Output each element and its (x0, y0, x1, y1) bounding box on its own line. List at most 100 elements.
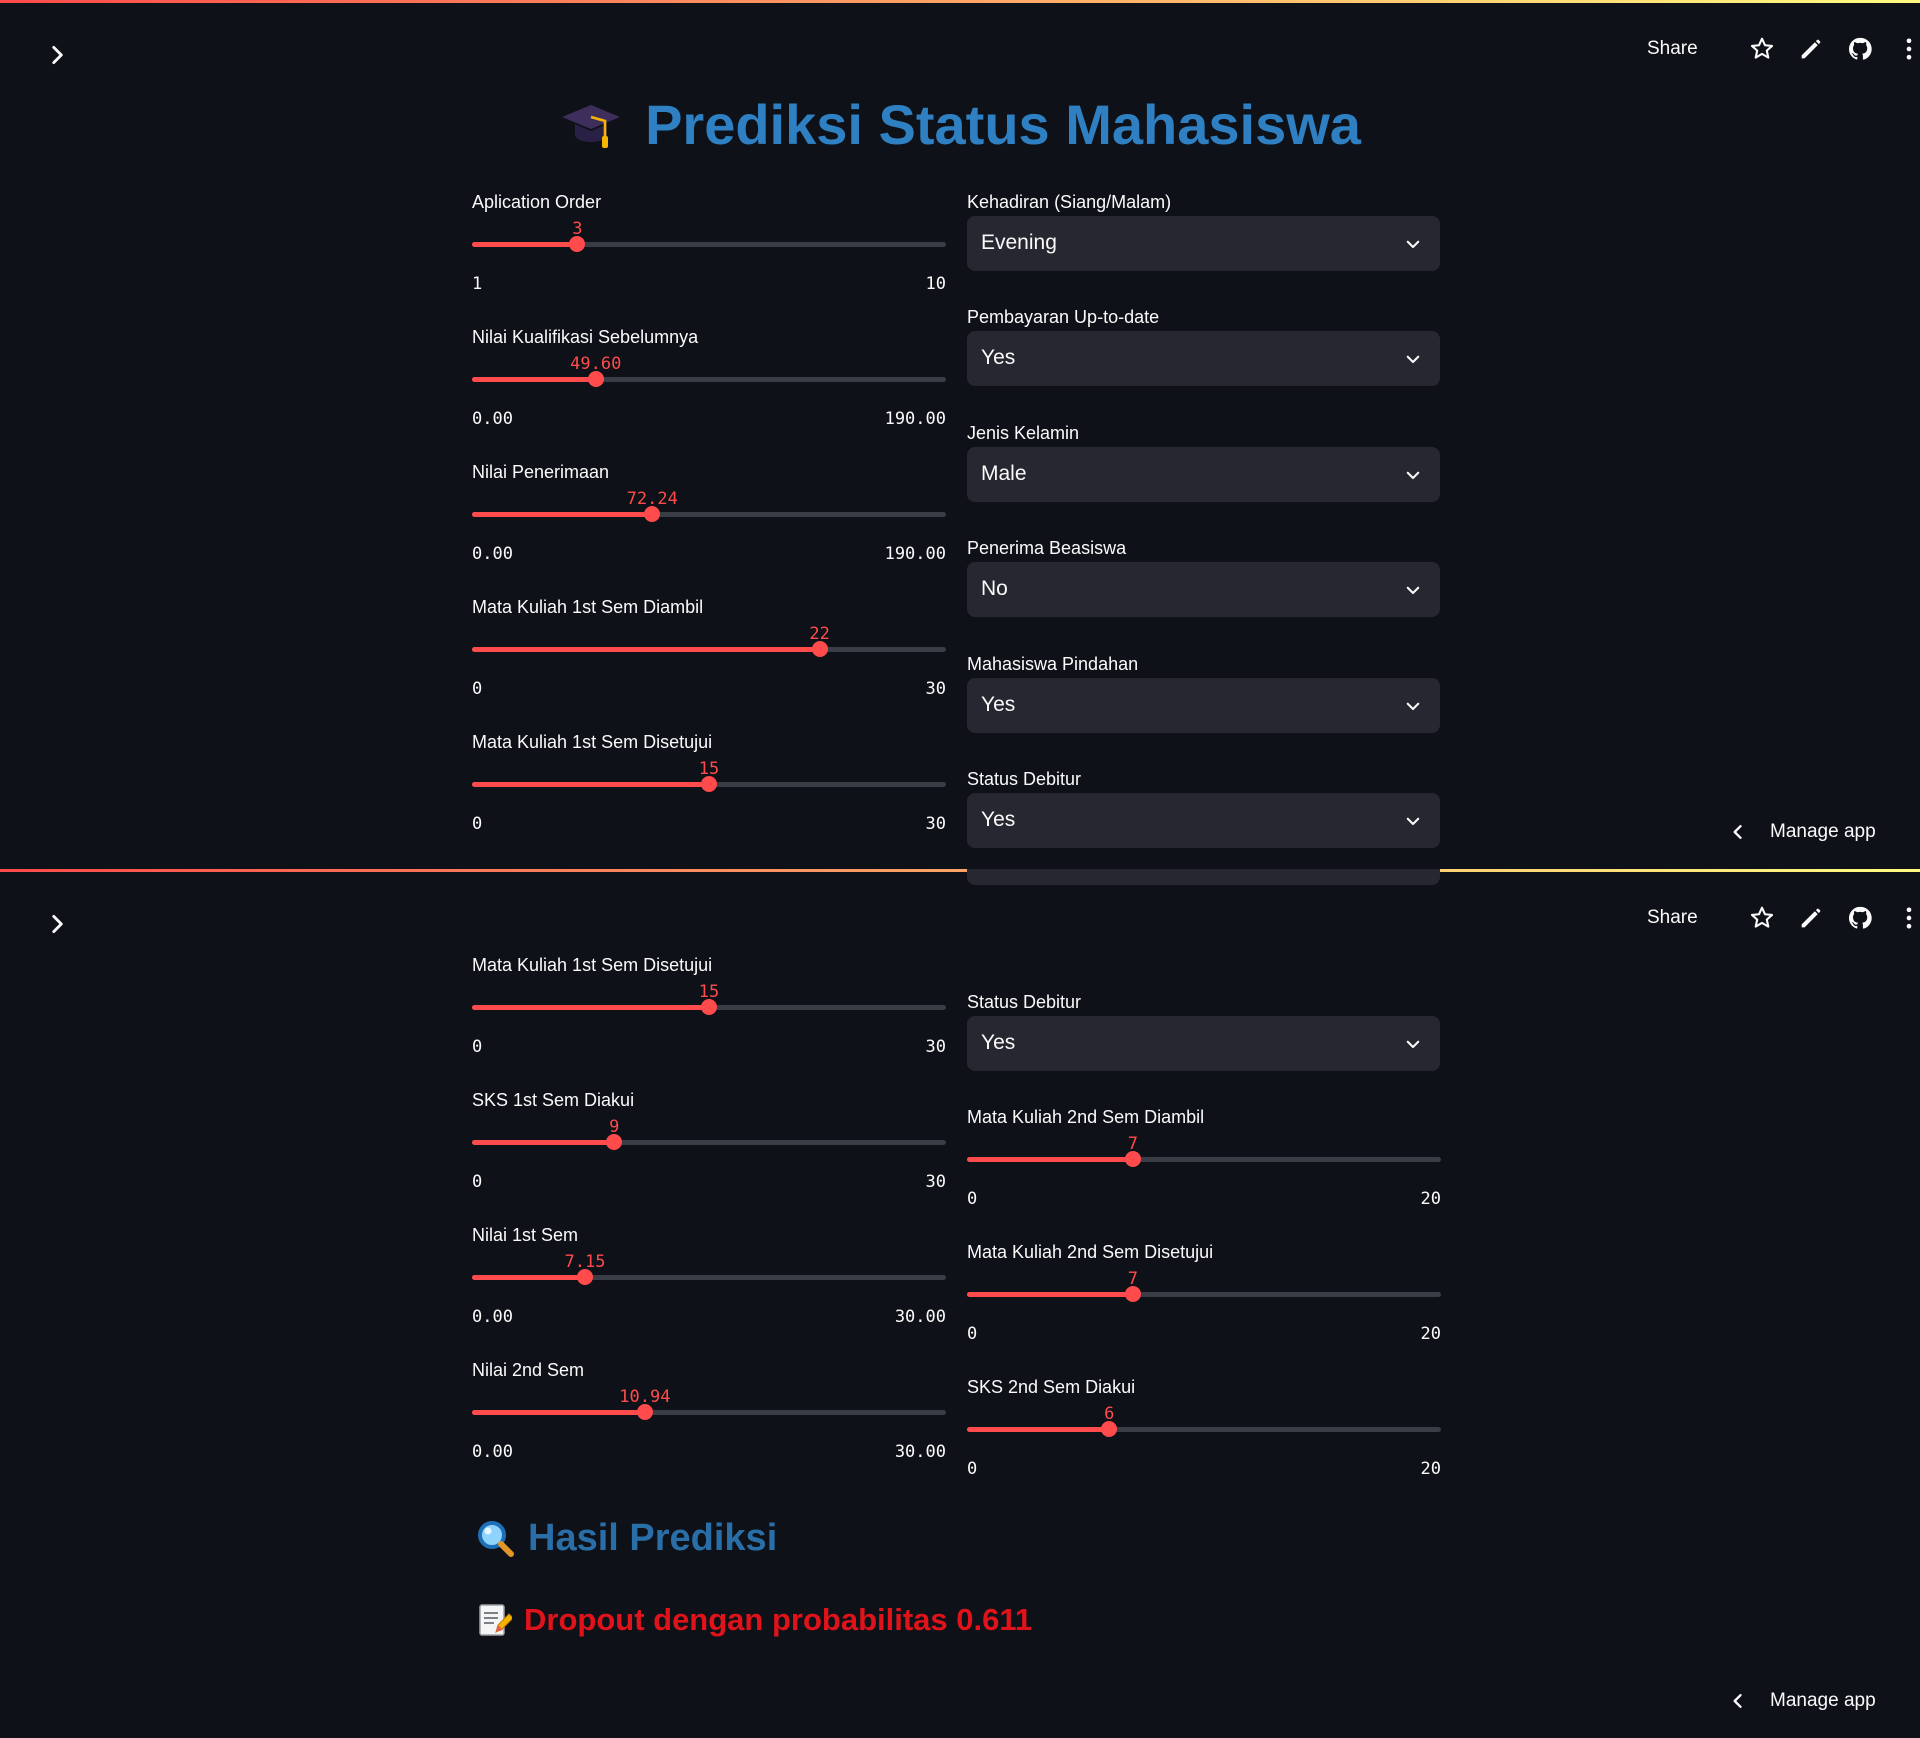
slider-thumb[interactable] (1124, 1151, 1141, 1167)
slider-thumb[interactable] (587, 371, 604, 387)
slider-track[interactable] (472, 371, 946, 387)
gender-select[interactable]: Male (967, 447, 1440, 502)
select-attendance: Kehadiran (Siang/Malam) Evening (967, 192, 1440, 307)
manage-app-label: Manage app (1770, 1690, 1876, 1711)
pencil-icon[interactable] (1797, 35, 1825, 63)
select-value: Male (981, 462, 1027, 485)
toolbar: Share (1600, 901, 1920, 937)
slider-track[interactable] (472, 506, 946, 522)
slider-max-label: 20 (1420, 1324, 1441, 1344)
slider-thumb[interactable] (569, 236, 586, 252)
manage-app-button[interactable]: Manage app (1728, 815, 1888, 849)
star-icon[interactable] (1748, 904, 1776, 932)
slider-track[interactable] (472, 1404, 946, 1420)
slider-thumb[interactable] (1124, 1286, 1141, 1302)
slider-track[interactable] (472, 1134, 946, 1150)
select-gender: Jenis Kelamin Male (967, 423, 1440, 538)
slider-track[interactable] (472, 236, 946, 252)
slider-max-label: 30 (925, 679, 946, 699)
app-view-bottom: Share Mata Kuliah 1st Sem Disetujui 15 0… (0, 869, 1920, 1738)
slider-cu-1st-enrolled: Mata Kuliah 1st Sem Diambil 22 0 30 (472, 597, 946, 722)
result-heading: Hasil Prediksi (476, 1517, 777, 1560)
chevron-down-icon (1406, 355, 1420, 364)
slider-min-label: 1 (472, 274, 483, 294)
select-box-partial[interactable] (967, 869, 1440, 885)
slider-fill (472, 782, 709, 787)
slider-label: Nilai Penerimaan (472, 462, 610, 482)
select-label: Pembayaran Up-to-date (967, 307, 1160, 327)
slider-track[interactable] (472, 776, 946, 792)
slider-track[interactable] (967, 1286, 1441, 1302)
slider-fill (472, 1275, 585, 1280)
slider-min-label: 0 (967, 1459, 978, 1479)
slider-grade-2nd-sem: Nilai 2nd Sem 10.94 0.00 30.00 (472, 1360, 946, 1485)
slider-thumb[interactable] (606, 1134, 623, 1150)
chevron-right-icon[interactable] (44, 42, 70, 68)
select-label: Penerima Beasiswa (967, 538, 1127, 558)
slider-label: Nilai Kualifikasi Sebelumnya (472, 327, 699, 347)
slider-thumb[interactable] (644, 506, 661, 522)
slider-thumb[interactable] (1101, 1421, 1118, 1437)
share-button[interactable]: Share (1647, 907, 1698, 929)
select-value: Yes (981, 808, 1016, 831)
slider-track[interactable] (472, 1269, 946, 1285)
slider-cu-1st-approved: Mata Kuliah 1st Sem Disetujui 15 0 30 (472, 955, 946, 1080)
slider-cu-2nd-enrolled: Mata Kuliah 2nd Sem Diambil 7 0 20 (967, 1107, 1441, 1232)
slider-thumb[interactable] (701, 999, 717, 1015)
chevron-right-icon[interactable] (44, 911, 70, 937)
select-value: Yes (981, 1031, 1016, 1054)
slider-fill (472, 242, 578, 247)
attendance-select[interactable]: Evening (967, 216, 1440, 271)
select-displaced: Mahasiswa Pindahan Yes (967, 654, 1440, 769)
slider-cu-1st-approved: Mata Kuliah 1st Sem Disetujui 15 0 30 (472, 732, 946, 857)
scholarship-select[interactable]: No (967, 562, 1440, 617)
slider-label: Mata Kuliah 1st Sem Diambil (472, 597, 704, 617)
displaced-select[interactable]: Yes (967, 678, 1440, 733)
slider-max-label: 190.00 (884, 409, 946, 429)
chevron-down-icon (1406, 586, 1420, 595)
memo-icon (479, 1604, 512, 1636)
slider-label: SKS 2nd Sem Diakui (967, 1377, 1136, 1397)
kebab-menu-icon[interactable] (1895, 35, 1920, 63)
slider-min-label: 0.00 (472, 1442, 513, 1462)
slider-thumb[interactable] (636, 1404, 653, 1420)
chevron-down-icon (1406, 702, 1420, 711)
slider-fill (967, 1292, 1133, 1297)
slider-track[interactable] (472, 999, 946, 1015)
slider-thumb[interactable] (576, 1269, 593, 1285)
share-button[interactable]: Share (1647, 38, 1698, 60)
slider-max-label: 20 (1420, 1459, 1441, 1479)
manage-app-button[interactable]: Manage app (1728, 1684, 1888, 1718)
slider-track[interactable] (967, 1151, 1441, 1167)
kebab-menu-icon[interactable] (1895, 904, 1920, 932)
pencil-icon[interactable] (1797, 904, 1825, 932)
slider-label: Nilai 1st Sem (472, 1225, 579, 1245)
debtor-select[interactable]: Yes (967, 793, 1440, 848)
slider-min-label: 0.00 (472, 409, 513, 429)
slider-fill (472, 512, 653, 517)
slider-fill (472, 377, 596, 382)
slider-min-label: 0 (472, 1172, 483, 1192)
magnifier-icon (478, 1520, 514, 1557)
slider-track[interactable] (967, 1421, 1441, 1437)
slider-min-label: 0 (472, 679, 483, 699)
slider-max-label: 20 (1420, 1189, 1441, 1209)
select-debtor: Status Debitur Yes (967, 992, 1440, 1107)
slider-fill (472, 1140, 615, 1145)
slider-min-label: 0.00 (472, 544, 513, 564)
slider-thumb[interactable] (701, 776, 717, 792)
result-heading-text: Hasil Prediksi (528, 1517, 778, 1559)
tuition-select[interactable]: Yes (967, 331, 1440, 386)
header-decoration-bar (0, 869, 1920, 872)
github-icon[interactable] (1846, 904, 1874, 932)
star-icon[interactable] (1748, 35, 1776, 63)
debtor-select[interactable]: Yes (967, 1016, 1440, 1071)
slider-cu-2nd-approved: Mata Kuliah 2nd Sem Disetujui 7 0 20 (967, 1242, 1441, 1367)
select-label: Status Debitur (967, 769, 1082, 789)
slider-cu-2nd-credited: SKS 2nd Sem Diakui 6 0 20 (967, 1377, 1441, 1502)
slider-max-label: 30 (925, 1037, 946, 1057)
slider-track[interactable] (472, 641, 946, 657)
github-icon[interactable] (1846, 35, 1874, 63)
title-row: Prediksi Status Mahasiswa (0, 92, 1920, 162)
slider-thumb[interactable] (811, 641, 828, 657)
